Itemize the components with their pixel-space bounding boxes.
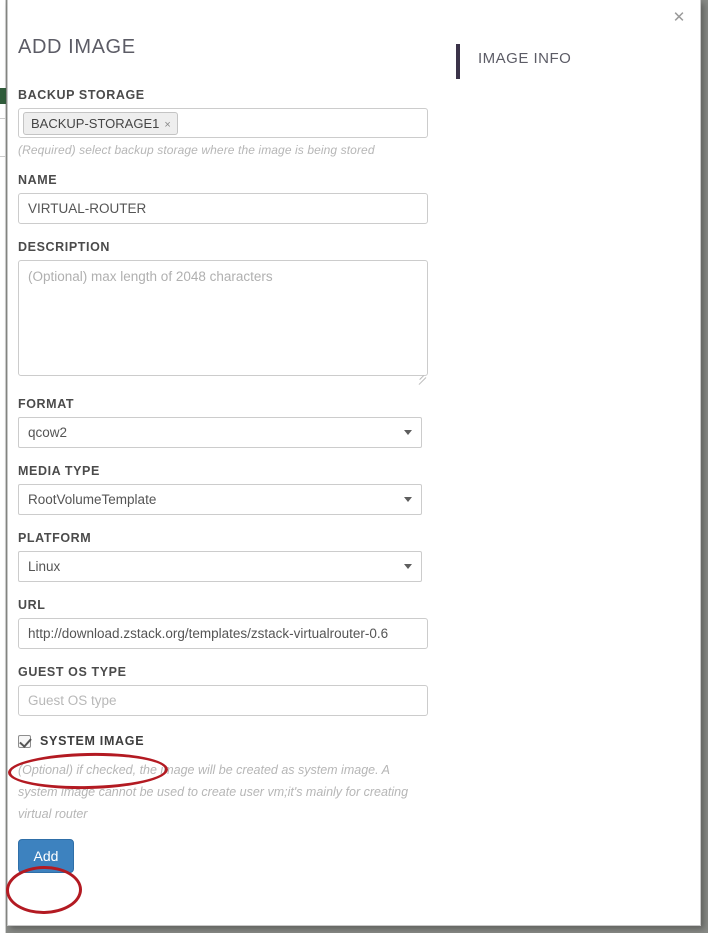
format-label: FORMAT bbox=[18, 397, 75, 411]
image-info-accent-bar bbox=[456, 44, 460, 79]
close-icon[interactable]: ✕ bbox=[668, 7, 690, 29]
add-image-form: BACKUP STORAGE BACKUP-STORAGE1 × (Require… bbox=[18, 88, 438, 873]
system-image-checkbox[interactable] bbox=[18, 734, 31, 748]
field-system-image[interactable]: SYSTEM IMAGE bbox=[18, 734, 438, 748]
description-label: DESCRIPTION bbox=[18, 240, 111, 254]
field-platform: PLATFORM bbox=[18, 531, 438, 582]
format-select[interactable] bbox=[18, 417, 422, 448]
field-description: DESCRIPTION bbox=[18, 240, 438, 385]
field-backup-storage: BACKUP STORAGE BACKUP-STORAGE1 × (Require… bbox=[18, 88, 438, 157]
background-divider-2 bbox=[0, 156, 6, 157]
background-page-sliver bbox=[0, 0, 6, 933]
field-media-type: MEDIA TYPE bbox=[18, 464, 438, 515]
name-label: NAME bbox=[18, 173, 58, 187]
backup-storage-tag[interactable]: BACKUP-STORAGE1 × bbox=[23, 112, 178, 135]
field-name: NAME bbox=[18, 173, 438, 224]
system-image-label: SYSTEM IMAGE bbox=[40, 734, 145, 748]
field-url: URL bbox=[18, 598, 438, 649]
name-input[interactable] bbox=[18, 193, 428, 224]
page-title: ADD IMAGE bbox=[18, 36, 136, 58]
description-input[interactable] bbox=[18, 260, 428, 376]
backup-storage-label: BACKUP STORAGE bbox=[18, 88, 145, 102]
add-image-dialog: ✕ ADD IMAGE IMAGE INFO BACKUP STORAGE BA… bbox=[7, 0, 701, 926]
system-image-note: (Optional) if checked, the image will be… bbox=[18, 763, 409, 821]
background-green-marker bbox=[0, 88, 6, 104]
add-button[interactable]: Add bbox=[18, 839, 74, 873]
guest-os-type-label: GUEST OS TYPE bbox=[18, 665, 127, 679]
field-guest-os-type: GUEST OS TYPE bbox=[18, 665, 438, 716]
guest-os-type-input[interactable] bbox=[18, 685, 428, 716]
field-format: FORMAT bbox=[18, 397, 438, 448]
image-info-title: IMAGE INFO bbox=[478, 50, 572, 67]
backup-storage-hint: (Required) select backup storage where t… bbox=[18, 143, 375, 157]
platform-label: PLATFORM bbox=[18, 531, 92, 545]
media-type-select[interactable] bbox=[18, 484, 422, 515]
remove-tag-icon[interactable]: × bbox=[164, 119, 170, 131]
platform-select[interactable] bbox=[18, 551, 422, 582]
media-type-label: MEDIA TYPE bbox=[18, 464, 100, 478]
background-divider-1 bbox=[0, 118, 6, 119]
backup-storage-tag-label: BACKUP-STORAGE1 bbox=[31, 116, 160, 131]
screen: ✕ ADD IMAGE IMAGE INFO BACKUP STORAGE BA… bbox=[0, 0, 708, 933]
backup-storage-input[interactable]: BACKUP-STORAGE1 × bbox=[18, 108, 428, 138]
url-input[interactable] bbox=[18, 618, 428, 649]
url-label: URL bbox=[18, 598, 46, 612]
